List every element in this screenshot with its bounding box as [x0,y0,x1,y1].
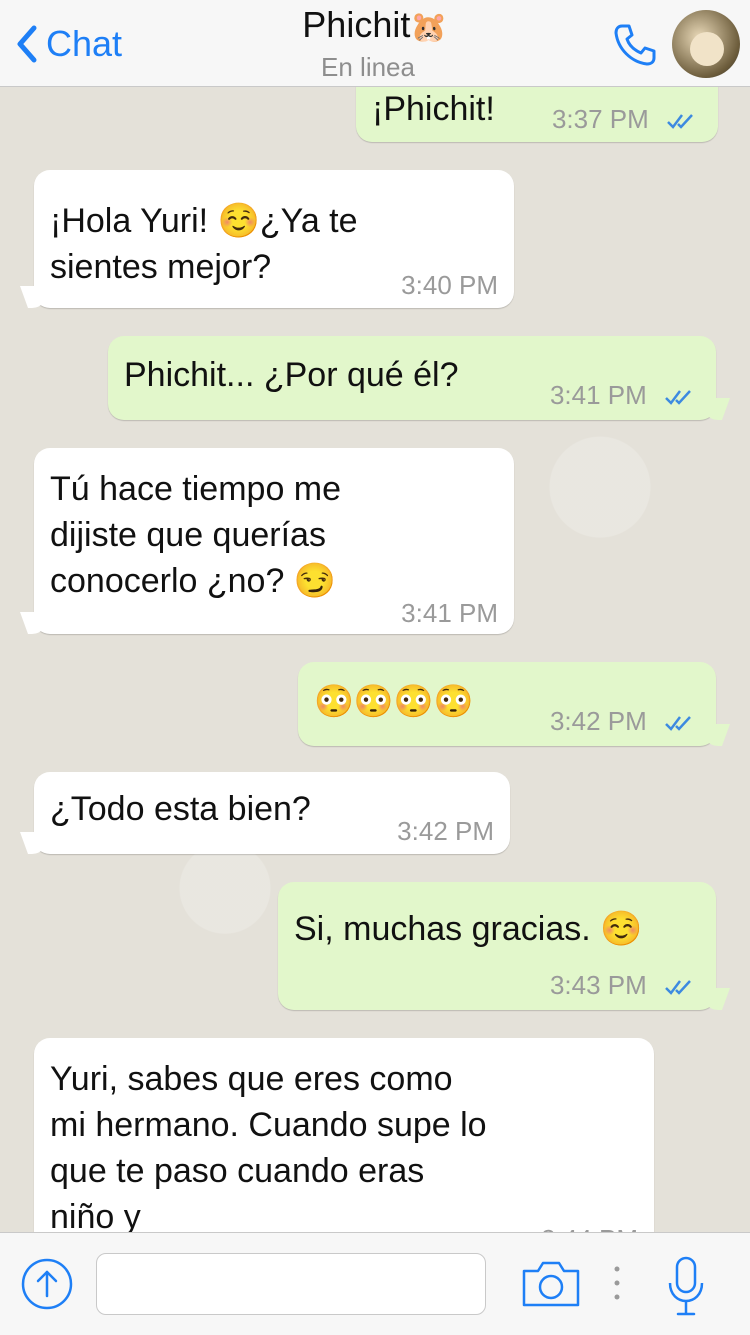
message-text: Yuri, sabes que eres como mi hermano. Cu… [50,1060,487,1232]
message-text: ¿Todo esta bien? [50,790,311,828]
message-text: ¡Hola Yuri! ☺️¿Ya te sientes mejor? [50,202,358,286]
message-time: 3:37 PM [552,104,696,134]
double-check-icon [665,390,691,406]
message-text: ¡Phichit! [372,90,495,128]
message-text: 😳😳😳😳 [314,683,474,719]
chat-header: Chat Phichit🐹 En linea [0,0,750,87]
vertical-dots-icon[interactable] [612,1263,622,1303]
message-outgoing[interactable]: Phichit... ¿Por qué él? 3:41 PM [108,336,716,420]
message-outgoing[interactable]: ¡Phichit! 3:37 PM [356,86,718,142]
back-button[interactable]: Chat [14,22,122,66]
time-label: 3:42 PM [549,706,647,736]
message-text: Phichit... ¿Por qué él? [124,356,459,394]
microphone-icon[interactable] [664,1255,708,1319]
message-incoming[interactable]: ¿Todo esta bien? 3:42 PM [34,772,510,854]
message-text: Tú hace tiempo me dijiste que querías co… [50,470,342,600]
avatar-face [690,32,724,66]
time-label: 3:37 PM [551,104,649,134]
double-check-icon [665,716,691,732]
message-incoming[interactable]: ¡Hola Yuri! ☺️¿Ya te sientes mejor? 3:40… [34,170,514,308]
message-incoming[interactable]: Tú hace tiempo me dijiste que querías co… [34,448,514,634]
message-outgoing[interactable]: 😳😳😳😳 3:42 PM [298,662,716,746]
time-label: 3:41 PM [549,380,647,410]
back-label: Chat [46,23,123,64]
phone-icon[interactable] [612,22,658,68]
message-time: 3:42 PM [550,706,694,736]
message-time: 3:43 PM [550,970,694,1000]
message-text: Si, muchas gracias. ☺️ [294,910,643,948]
message-input[interactable] [96,1253,486,1315]
compose-bar [0,1232,750,1335]
message-time: 3:41 PM [401,598,498,628]
hamster-emoji: 🐹 [410,11,448,44]
camera-icon[interactable] [520,1259,582,1309]
message-time: 3:40 PM [401,270,498,300]
contact-name[interactable]: Phichit🐹 [200,4,550,46]
message-time: 3:41 PM [550,380,694,410]
message-outgoing[interactable]: Si, muchas gracias. ☺️ 3:43 PM [278,882,716,1010]
message-time: 3:44 PM [541,1224,638,1232]
chevron-left-icon [17,25,37,63]
contact-name-text: Phichit [302,4,411,45]
double-check-icon [667,114,693,130]
message-incoming[interactable]: Yuri, sabes que eres como mi hermano. Cu… [34,1038,654,1232]
time-label: 3:43 PM [549,970,647,1000]
contact-status: En linea [321,52,415,82]
message-list[interactable]: ¡Phichit! 3:37 PM ¡Hola Yuri! ☺️¿Ya te s… [0,86,750,1232]
message-time: 3:42 PM [397,816,494,846]
contact-avatar[interactable] [672,10,740,78]
double-check-icon [665,980,691,996]
share-up-arrow-icon[interactable] [20,1257,74,1311]
